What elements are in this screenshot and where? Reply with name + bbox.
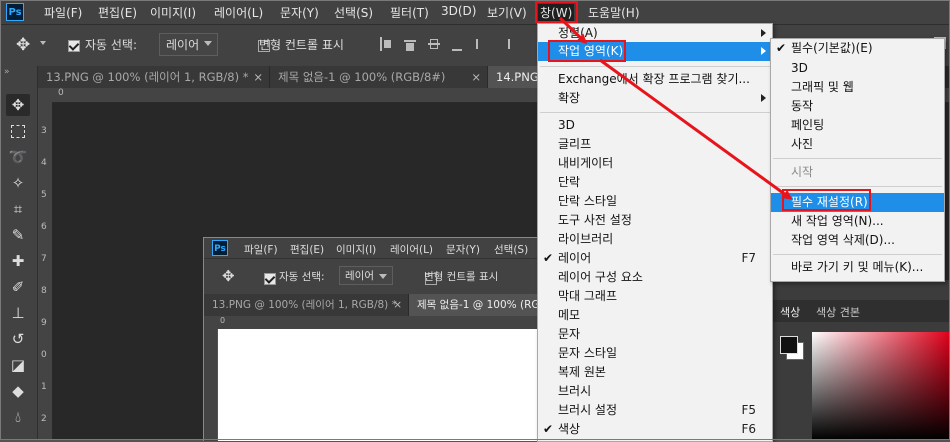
arrow-to-workspace [558,16,588,45]
arrow-to-reset-essentials [599,58,793,200]
annotation-arrows [558,16,793,200]
